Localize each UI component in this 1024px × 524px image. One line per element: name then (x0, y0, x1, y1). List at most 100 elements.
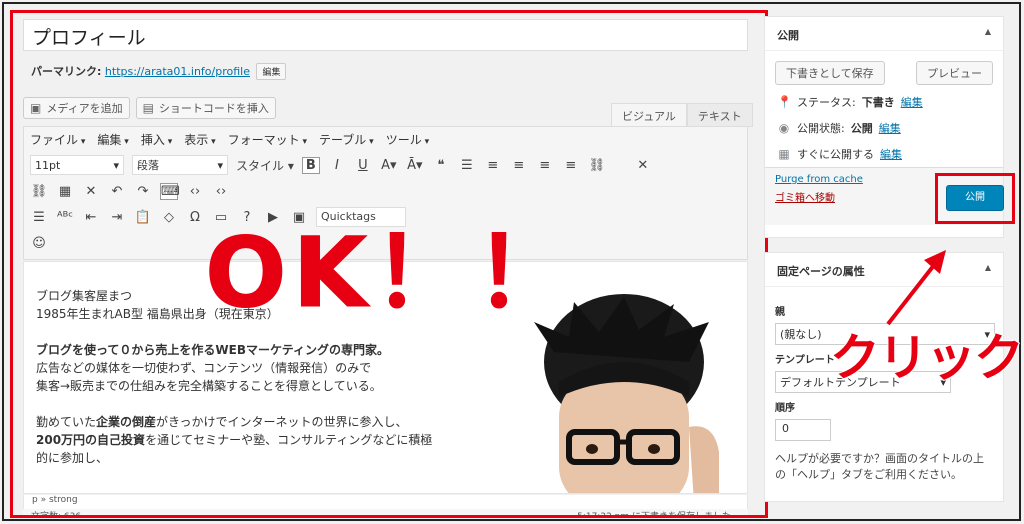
eraser-icon[interactable]: ◇ (160, 210, 178, 225)
shortcode-icon: ▤ (142, 101, 154, 115)
media-buttons: ▣ メディアを追加 ▤ ショートコードを挿入 (23, 97, 276, 119)
status-label: ステータス: (797, 96, 856, 109)
menu-format[interactable]: フォーマット (228, 131, 307, 148)
text-color-icon[interactable]: A▾ (380, 158, 398, 173)
insert-shortcode-label: ショートコードを挿入 (158, 102, 269, 115)
menu-view[interactable]: 表示 (184, 131, 215, 148)
visibility-row: ◉ 公開状態: 公開 編集 (765, 115, 1003, 141)
background-color-icon[interactable]: Ā▾ (406, 158, 424, 173)
content-line: 勤めていた企業の倒産がきっかけでインターネットの世界に参入し、 (36, 415, 408, 429)
italic-icon[interactable]: I (328, 158, 346, 173)
fullscreen-icon[interactable]: ✕ (634, 158, 652, 173)
insert-shortcode-button[interactable]: ▤ ショートコードを挿入 (135, 97, 276, 119)
help-text: ヘルプが必要ですか？画面のタイトルの上の「ヘルプ」タブをご利用ください。 (775, 452, 984, 481)
attributes-box-title: 固定ページの属性 (777, 265, 865, 278)
arrow-icon (886, 250, 946, 326)
content-line: 的に参加し、 (36, 451, 109, 465)
indent-icon[interactable]: ⇥ (108, 210, 126, 225)
align-left-icon[interactable]: ≡ (510, 158, 528, 173)
publish-major-actions: Purge from cache ゴミ箱へ移動 公開 (765, 167, 1015, 225)
table-icon[interactable]: ▦ (56, 184, 74, 199)
schedule-label: すぐに公開する (797, 148, 874, 161)
toolbar-row-1: 11pt ▾ 段落 ▾ スタイル ▾ B I U A▾ Ā▾ ❝ ☰ ≡ ≡ ≡… (24, 152, 747, 178)
autosave-status: 5:17:22 pm に下書きを保存しました。 (577, 512, 740, 518)
visibility-label: 公開状態: (797, 122, 845, 135)
ok-annotation: OK！！ (205, 217, 577, 330)
click-annotation: クリック (829, 328, 1024, 388)
publish-box-header[interactable]: 公開 ▲ (765, 17, 1003, 51)
undo-icon[interactable]: ↶ (108, 184, 126, 199)
redo-icon[interactable]: ↷ (134, 184, 152, 199)
chevron-down-icon: ▾ (113, 158, 119, 172)
underline-icon[interactable]: U (354, 158, 372, 173)
schedule-row: ▦ すぐに公開する 編集 (765, 141, 1003, 167)
add-media-button[interactable]: ▣ メディアを追加 (23, 97, 130, 119)
tab-text[interactable]: テキスト (686, 103, 753, 127)
order-input[interactable]: 0 (775, 419, 831, 441)
content-line: ブログを使って０から売上を作るWEBマーケティングの専門家。 (36, 341, 496, 359)
numbered-list-icon[interactable]: ≡ (484, 158, 502, 173)
schedule-edit-link[interactable]: 編集 (880, 146, 902, 162)
post-title-input[interactable]: プロフィール (23, 19, 748, 51)
paragraph-select[interactable]: 段落 ▾ (132, 155, 228, 175)
menu-insert[interactable]: 挿入 (141, 131, 172, 148)
align-center-icon[interactable]: ≡ (536, 158, 554, 173)
status-edit-link[interactable]: 編集 (901, 94, 923, 110)
strikethrough-icon[interactable]: ᴬᴮᶜ (56, 210, 74, 225)
font-size-value: 11pt (35, 158, 61, 172)
editor-menubar: ファイル 編集 挿入 表示 フォーマット テーブル ツール (24, 127, 747, 152)
editor-mode-tabs: ビジュアル テキスト (611, 103, 753, 127)
order-label: 順序 (775, 403, 795, 414)
paste-icon[interactable]: 📋 (134, 210, 152, 225)
preview-button[interactable]: プレビュー (916, 61, 993, 85)
style-dropdown[interactable]: スタイル ▾ (236, 157, 294, 174)
bold-text: ブログを使って０から売上を作るWEBマーケティングの専門家。 (36, 343, 390, 357)
unlink-icon[interactable]: ⛓ (30, 184, 48, 199)
keyboard-icon[interactable]: ⌨ (160, 182, 180, 200)
tab-visual[interactable]: ビジュアル (611, 103, 687, 127)
status-value: 下書き (861, 96, 895, 109)
hr-icon[interactable]: ☰ (30, 210, 48, 225)
element-path: p » strong (23, 495, 748, 509)
paragraph-value: 段落 (137, 159, 159, 172)
content-line: 広告などの媒体を一切使わず、コンテンツ（情報発信）のみで (36, 361, 372, 375)
collapse-icon[interactable]: ▲ (985, 263, 991, 276)
visibility-edit-link[interactable]: 編集 (879, 120, 901, 136)
publish-box: 公開 ▲ 下書きとして保存 プレビュー 📍 ステータス: 下書き 編集 ◉ 公開… (764, 16, 1015, 238)
visibility-value: 公開 (850, 122, 873, 135)
chevron-down-icon: ▾ (217, 158, 223, 172)
permalink-row: パーマリンク: https://arata01.info/profile 編集 (31, 63, 287, 80)
content-line: 200万円の自己投資を通じてセミナーや塾、コンサルティングなどに積極 (36, 433, 433, 447)
code-icon[interactable]: ‹› (186, 184, 204, 199)
collapse-icon[interactable]: ▲ (985, 27, 991, 40)
content-line: 集客→販売までの仕組みを完全構築することを得意としている。 (36, 379, 382, 393)
emoji-icon[interactable]: ☺ (30, 236, 48, 251)
blockquote-icon[interactable]: ❝ (432, 158, 450, 173)
font-size-select[interactable]: 11pt ▾ (30, 155, 124, 175)
menu-tools[interactable]: ツール (386, 131, 429, 148)
parent-value: (親なし) (780, 328, 822, 341)
save-draft-button[interactable]: 下書きとして保存 (775, 61, 885, 85)
publish-button[interactable]: 公開 (946, 185, 1004, 211)
outdent-icon[interactable]: ⇤ (82, 210, 100, 225)
align-right-icon[interactable]: ≡ (562, 158, 580, 173)
editor-status-bar: 文字数: 636 5:17:22 pm に下書きを保存しました。 (23, 509, 748, 518)
add-media-label: メディアを追加 (46, 102, 123, 115)
style-label: スタイル (236, 158, 285, 173)
word-count: 文字数: 636 (31, 512, 82, 518)
link-icon[interactable]: ⛓ (588, 158, 606, 173)
menu-table[interactable]: テーブル (319, 131, 374, 148)
expand-icon[interactable]: ✕ (82, 184, 100, 199)
permalink-url[interactable]: https://arata01.info/profile (105, 65, 250, 78)
publish-highlight-frame: 公開 (935, 173, 1015, 224)
bold-icon[interactable]: B (301, 156, 320, 174)
publish-box-title: 公開 (777, 29, 799, 42)
bullet-list-icon[interactable]: ☰ (458, 158, 476, 173)
menu-file[interactable]: ファイル (30, 131, 85, 148)
menu-edit[interactable]: 編集 (97, 131, 128, 148)
eye-icon: ◉ (778, 121, 790, 135)
permalink-edit-button[interactable]: 編集 (256, 63, 287, 80)
pin-icon: 📍 (777, 95, 792, 109)
omega-icon[interactable]: Ω (186, 210, 204, 225)
media-icon: ▣ (30, 101, 42, 115)
